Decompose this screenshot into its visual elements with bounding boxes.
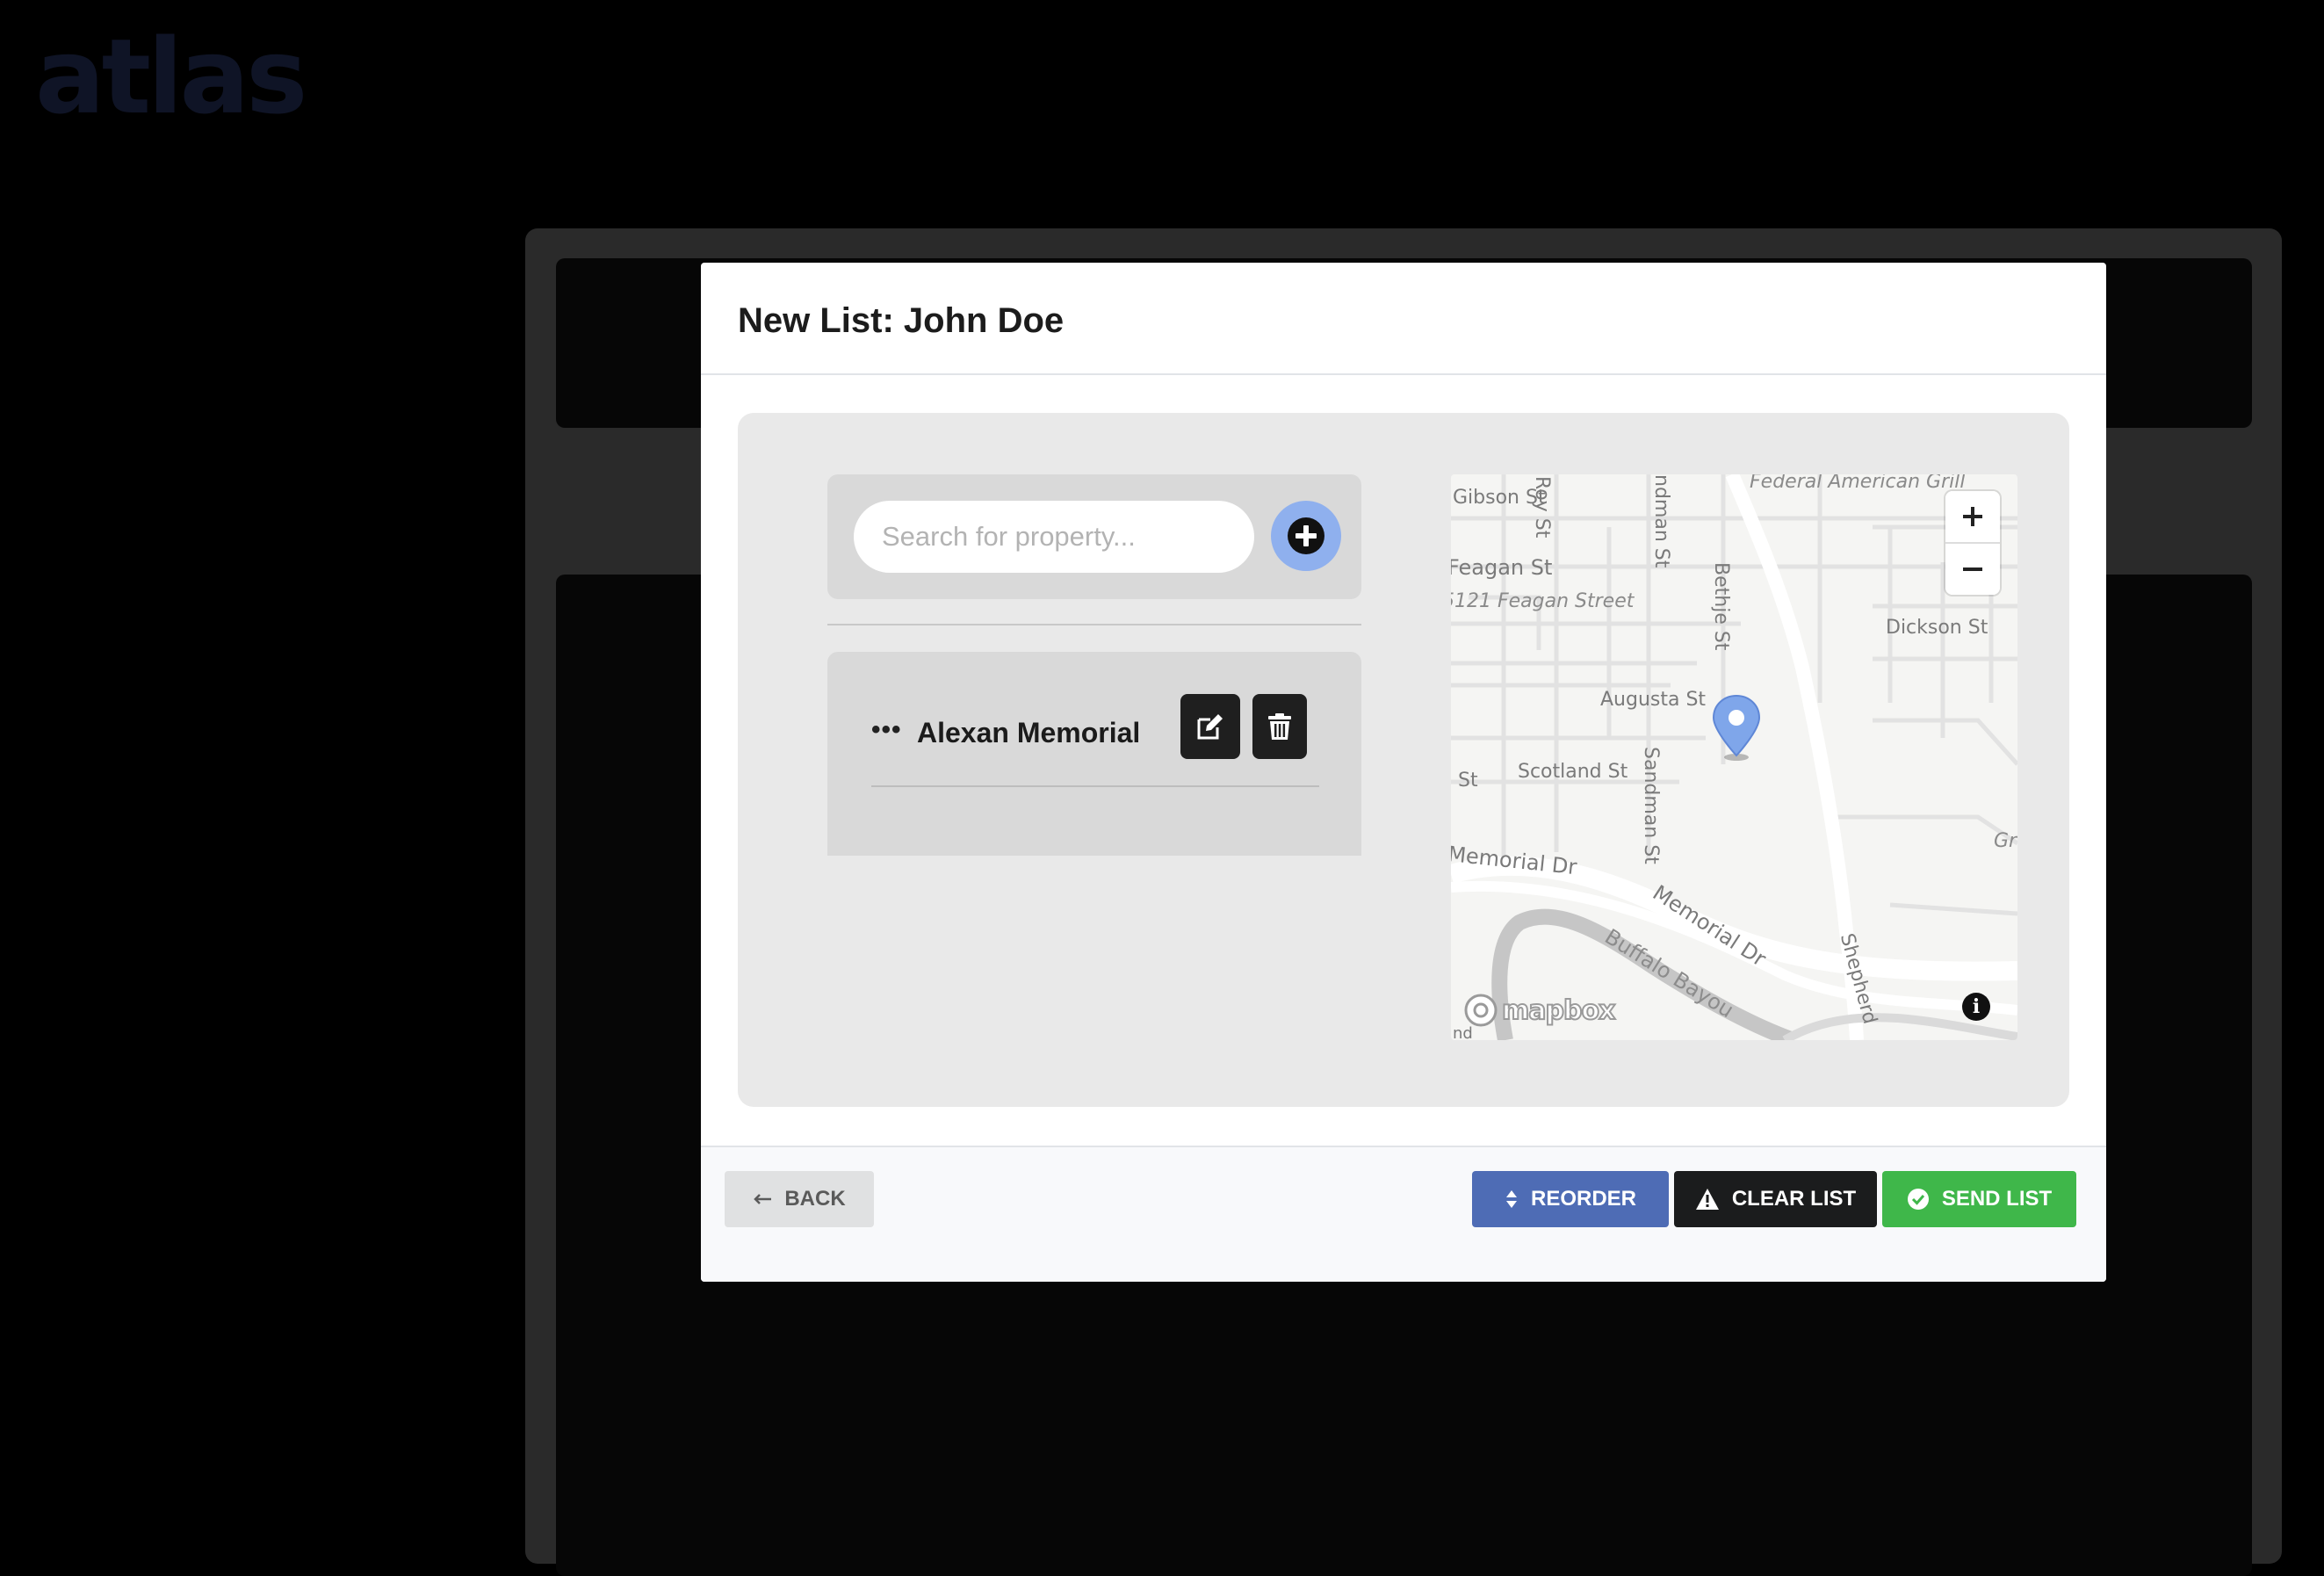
edit-item-button[interactable] bbox=[1180, 694, 1240, 759]
new-list-modal: New List: John Doe ••• Alexan Memorial bbox=[701, 263, 2106, 1282]
atlas-logo[interactable]: atlas bbox=[35, 25, 307, 128]
map-label: 5121 Feagan Street bbox=[1451, 590, 1635, 612]
search-input[interactable] bbox=[854, 501, 1254, 573]
mapbox-wordmark: mapbox bbox=[1501, 994, 1616, 1027]
map-label: Bethje St bbox=[1710, 562, 1732, 651]
back-label: BACK bbox=[784, 1187, 846, 1211]
modal-title: New List: John Doe bbox=[738, 301, 1065, 340]
minus-icon bbox=[1963, 568, 1982, 571]
plus-circle-icon bbox=[1288, 517, 1324, 554]
property-map[interactable]: Gibson St Roy St ndman St Federal Americ… bbox=[1451, 474, 2017, 1040]
clear-list-label: CLEAR LIST bbox=[1731, 1187, 1857, 1211]
map-label: Augusta St bbox=[1600, 689, 1707, 711]
list-item-label: Alexan Memorial bbox=[917, 717, 1141, 748]
search-card bbox=[827, 474, 1361, 599]
send-list-label: SEND LIST bbox=[1941, 1187, 2053, 1211]
location-pin-icon[interactable] bbox=[1710, 694, 1763, 761]
map-label: Dickson St bbox=[1886, 617, 1988, 639]
map-info-button[interactable]: i bbox=[1962, 993, 1990, 1021]
property-list: ••• Alexan Memorial bbox=[827, 652, 1361, 856]
list-item: ••• Alexan Memorial bbox=[871, 694, 1319, 787]
back-button[interactable]: BACK bbox=[725, 1171, 874, 1227]
divider bbox=[827, 624, 1361, 625]
modal-header: New List: John Doe bbox=[701, 263, 2106, 375]
clear-list-button[interactable]: CLEAR LIST bbox=[1674, 1171, 1877, 1227]
map-label: ndman St bbox=[1650, 474, 1672, 568]
add-property-button[interactable] bbox=[1271, 501, 1341, 571]
zoom-in-button[interactable] bbox=[1945, 491, 2000, 542]
send-list-button[interactable]: SEND LIST bbox=[1882, 1171, 2076, 1227]
map-label: Scotland St bbox=[1518, 761, 1628, 783]
zoom-control bbox=[1945, 491, 2000, 595]
map-label: Federal American Grill bbox=[1750, 474, 1966, 493]
plus-icon bbox=[1963, 507, 1982, 526]
modal-body: ••• Alexan Memorial bbox=[738, 413, 2069, 1107]
modal-footer: BACK REORDER CLEAR LIST SEND LIST bbox=[701, 1146, 2106, 1282]
sort-icon bbox=[1505, 1190, 1517, 1208]
delete-item-button[interactable] bbox=[1252, 694, 1307, 759]
drag-handle-icon[interactable]: ••• bbox=[871, 715, 902, 745]
map-label: Gra bbox=[1994, 830, 2017, 852]
reorder-label: REORDER bbox=[1530, 1187, 1636, 1211]
reorder-button[interactable]: REORDER bbox=[1472, 1171, 1669, 1227]
edit-icon bbox=[1197, 714, 1223, 740]
map-label: Feagan St bbox=[1451, 555, 1553, 580]
map-label: St bbox=[1458, 770, 1478, 792]
warning-icon bbox=[1695, 1189, 1719, 1210]
map-label: Roy St bbox=[1531, 476, 1553, 539]
mapbox-logo[interactable]: mapbox bbox=[1463, 993, 1616, 1028]
mapbox-icon bbox=[1464, 994, 1498, 1027]
info-icon: i bbox=[1972, 995, 1981, 1018]
trash-icon bbox=[1268, 713, 1291, 740]
map-label: Sandman St bbox=[1640, 747, 1662, 864]
check-circle-icon bbox=[1907, 1189, 1929, 1210]
arrow-left-icon bbox=[754, 1194, 772, 1204]
zoom-out-button[interactable] bbox=[1945, 544, 2000, 595]
